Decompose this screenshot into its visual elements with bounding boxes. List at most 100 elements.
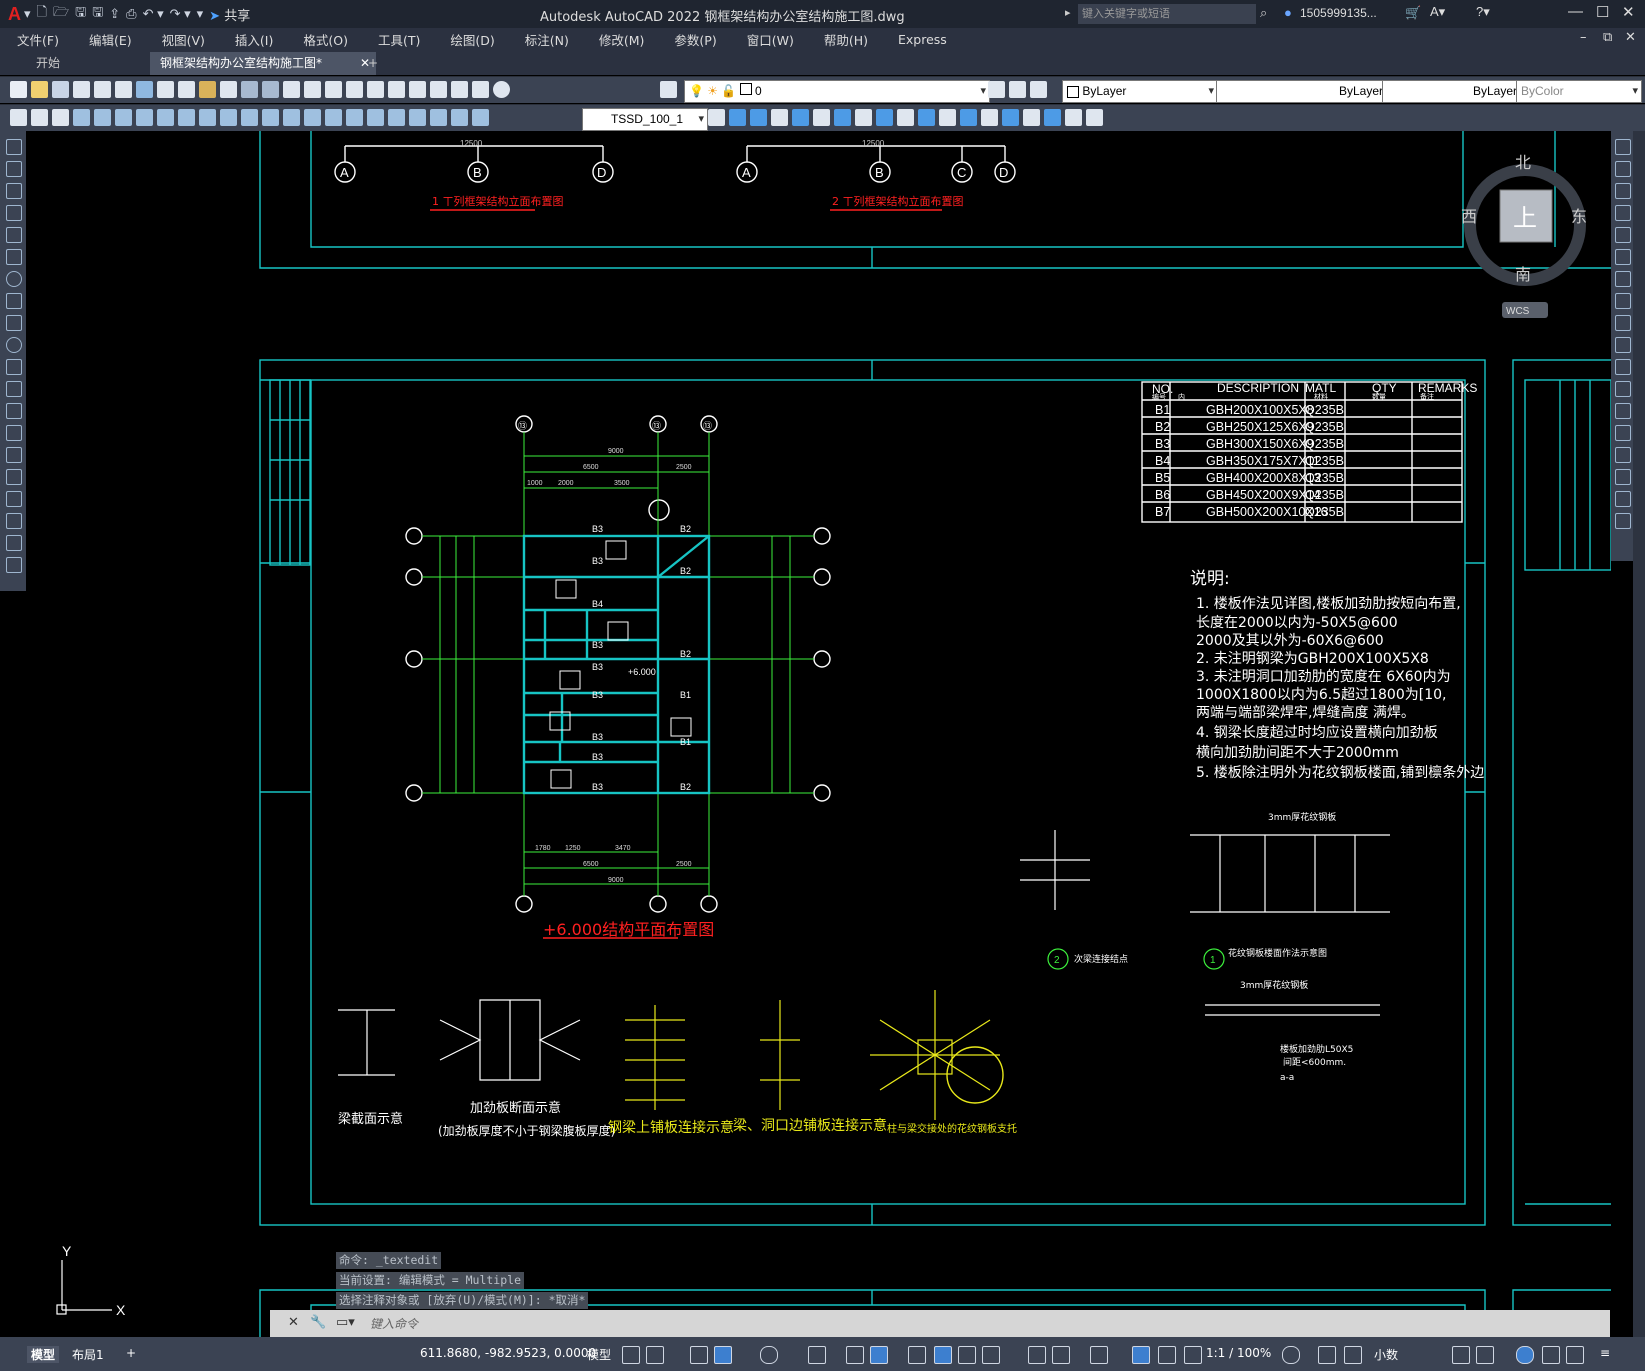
layer-dropdown[interactable]: 💡 ☀ 🔓 0: [684, 80, 990, 103]
ordinate-dimension-icon[interactable]: [136, 109, 153, 126]
quick-properties-icon[interactable]: [1452, 1346, 1470, 1364]
plot-icon[interactable]: [73, 81, 90, 98]
dimension-break-icon[interactable]: [325, 109, 342, 126]
explode-icon[interactable]: [1615, 513, 1631, 529]
region-icon[interactable]: [1065, 109, 1082, 126]
viewcube[interactable]: 上 北 南 东 西 WCS: [1461, 153, 1587, 318]
model-space-button[interactable]: 模型: [587, 1346, 611, 1363]
sheet-set-icon[interactable]: [430, 81, 447, 98]
construction-line-icon[interactable]: [6, 161, 22, 177]
grid-icon[interactable]: [622, 1346, 640, 1364]
layout-tab[interactable]: 布局1: [72, 1346, 104, 1363]
calculator-icon[interactable]: [472, 81, 489, 98]
block-editor-icon[interactable]: [939, 109, 956, 126]
array-icon[interactable]: [1615, 227, 1631, 243]
paste-icon[interactable]: [199, 81, 216, 98]
mirror-icon[interactable]: [1615, 183, 1631, 199]
lineweight-icon[interactable]: [908, 1346, 926, 1364]
zoom-window-icon[interactable]: [325, 81, 342, 98]
customize-chevron-icon[interactable]: ▾: [197, 6, 204, 22]
polygon-icon[interactable]: [6, 205, 22, 221]
units-value[interactable]: 小数: [1374, 1346, 1398, 1363]
match-properties-icon[interactable]: [220, 81, 237, 98]
continue-dimension-icon[interactable]: [283, 109, 300, 126]
save-icon[interactable]: [52, 81, 69, 98]
scale-icon[interactable]: [1615, 293, 1631, 309]
region-icon[interactable]: [6, 491, 22, 507]
tool-palettes-icon[interactable]: [409, 81, 426, 98]
circle-icon[interactable]: [6, 271, 22, 287]
wcs-menu[interactable]: WCS: [1506, 306, 1530, 317]
hatch-edit-icon[interactable]: [1002, 109, 1019, 126]
customization-menu-icon[interactable]: ≡: [1600, 1346, 1610, 1360]
polar-tracking-icon[interactable]: [760, 1346, 778, 1364]
diameter-dimension-icon[interactable]: [199, 109, 216, 126]
menu-view[interactable]: 视图(V): [145, 30, 218, 49]
linear-dimension-icon[interactable]: [73, 109, 90, 126]
open-file-icon[interactable]: 🗁: [53, 3, 69, 25]
minimize-icon[interactable]: —: [1568, 3, 1583, 20]
make-current-icon[interactable]: [988, 81, 1005, 98]
command-close-icon[interactable]: ✕: [288, 1314, 299, 1330]
join-icon[interactable]: [1615, 425, 1631, 441]
xref-icon[interactable]: [960, 109, 977, 126]
menu-insert[interactable]: 插入(I): [218, 30, 286, 49]
selection-filter-icon[interactable]: [1052, 1346, 1070, 1364]
save-icon[interactable]: 🖫: [75, 3, 86, 25]
multiline-text-icon[interactable]: [6, 535, 22, 551]
maximize-icon[interactable]: ☐: [1596, 3, 1609, 21]
save-as-icon[interactable]: 🖫: [92, 3, 103, 25]
share-button[interactable]: ➤ 共享: [209, 5, 250, 24]
infer-constraints-icon[interactable]: [690, 1346, 708, 1364]
aligned-dimension-icon[interactable]: [94, 109, 111, 126]
extend-icon[interactable]: [1615, 359, 1631, 375]
dimension-update-icon[interactable]: [472, 109, 489, 126]
transparency-icon[interactable]: [934, 1346, 952, 1364]
properties-icon[interactable]: [367, 81, 384, 98]
new-file-icon[interactable]: 🗋: [37, 3, 47, 25]
annotation-visibility-icon[interactable]: [1132, 1346, 1150, 1364]
tssd-tool-1-icon[interactable]: [10, 109, 27, 126]
add-selected-icon[interactable]: [6, 557, 22, 573]
dimension-text-edit-icon[interactable]: [451, 109, 468, 126]
break-at-point-icon[interactable]: [1615, 381, 1631, 397]
recent-commands-icon[interactable]: ▭▾: [336, 1314, 355, 1330]
plotstyle-dropdown[interactable]: ByColor: [1516, 80, 1642, 103]
radius-dimension-icon[interactable]: [157, 109, 174, 126]
menu-tools[interactable]: 工具(T): [361, 30, 433, 49]
autodesk-account-icon[interactable]: A▾: [1430, 4, 1445, 20]
vertical-scrollbar[interactable]: [1633, 131, 1645, 1337]
add-layout-button[interactable]: +: [126, 1346, 136, 1360]
menu-help[interactable]: 帮助(H): [807, 30, 881, 49]
rectangle-icon[interactable]: [6, 227, 22, 243]
menu-file[interactable]: 文件(F): [0, 30, 72, 49]
markup-icon[interactable]: [451, 81, 468, 98]
command-customize-icon[interactable]: 🔧: [310, 1314, 326, 1330]
menu-format[interactable]: 格式(O): [286, 30, 361, 49]
menu-dimension[interactable]: 标注(N): [508, 30, 582, 49]
stretch-icon[interactable]: [1615, 315, 1631, 331]
model-tab[interactable]: 模型: [27, 1346, 60, 1363]
publish-icon[interactable]: [115, 81, 132, 98]
search-input[interactable]: 键入关键字或短语: [1078, 4, 1256, 24]
snap-icon[interactable]: [646, 1346, 664, 1364]
chamfer-icon[interactable]: [1615, 447, 1631, 463]
attribute-icon[interactable]: [981, 109, 998, 126]
autocad-logo-icon[interactable]: A: [8, 4, 21, 25]
tab-drawing[interactable]: 钢框架结构办公室结构施工图* ✕: [150, 52, 376, 75]
center-mark-icon[interactable]: [367, 109, 384, 126]
clean-screen-icon[interactable]: [1566, 1346, 1584, 1364]
viewcube-face[interactable]: 上: [1513, 204, 1537, 232]
gizmo-icon[interactable]: [1090, 1346, 1108, 1364]
trim-icon[interactable]: [1615, 337, 1631, 353]
revision-cloud-icon[interactable]: [6, 293, 22, 309]
draworder-back-icon[interactable]: [750, 109, 767, 126]
make-block-icon[interactable]: [6, 403, 22, 419]
print-icon[interactable]: ⎙: [126, 6, 136, 22]
layer-previous-icon[interactable]: [1009, 81, 1026, 98]
auto-scale-icon[interactable]: [1158, 1346, 1176, 1364]
undo-icon[interactable]: ↶ ▾: [143, 6, 164, 22]
inspection-icon[interactable]: [388, 109, 405, 126]
ungroup-icon[interactable]: [855, 109, 872, 126]
doc-restore-icon[interactable]: ⧉: [1603, 30, 1612, 45]
